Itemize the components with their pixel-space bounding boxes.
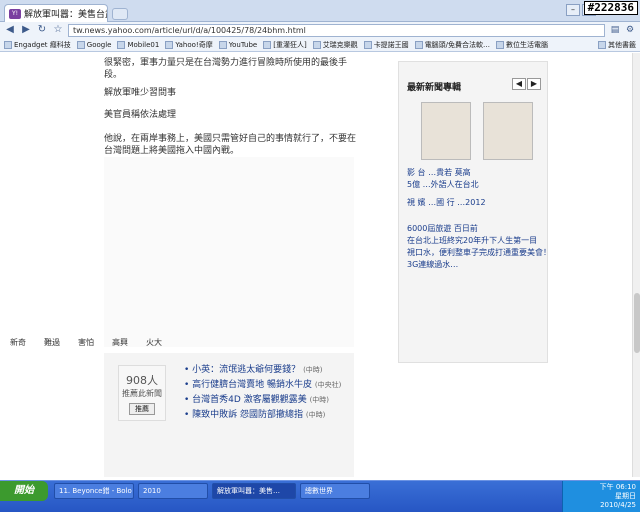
scrollbar-thumb[interactable] bbox=[634, 293, 640, 353]
bookmark-favicon-icon bbox=[76, 40, 85, 49]
prev-icon[interactable]: ◀ bbox=[512, 78, 526, 90]
taskbar-task[interactable]: 2010 bbox=[138, 483, 208, 499]
taskbar-task-active[interactable]: 解放軍叫囂：美售… bbox=[212, 483, 296, 499]
clock-day: 星期日 bbox=[615, 492, 636, 500]
clock-date: 2010/4/25 bbox=[600, 501, 636, 509]
bookmark-item[interactable]: Google bbox=[76, 40, 111, 49]
rendering-glitch-area bbox=[104, 157, 354, 347]
sidebar-heading: 最新新聞專輯 bbox=[407, 83, 462, 93]
mood-label[interactable]: 難過 bbox=[44, 337, 60, 348]
wrench-icon[interactable]: ⚙ bbox=[624, 24, 636, 36]
mood-label[interactable]: 高興 bbox=[112, 337, 128, 348]
recommend-button[interactable]: 推薦 bbox=[129, 403, 155, 415]
recommend-label: 推薦此新聞 bbox=[122, 389, 162, 398]
bookmarks-bar: Engadget 癮科技 Google Mobile01 Yahoo!奇摩 Yo… bbox=[0, 38, 640, 52]
article-subheading: 美官員稱依法處理 bbox=[104, 110, 177, 120]
sidebar-link[interactable]: 視 嬪 …國 行 …2012 bbox=[407, 198, 486, 208]
bookmark-favicon-icon bbox=[312, 40, 321, 49]
recommend-panel: 908人 推薦此新聞 推薦 • 小英：流氓逃太爺何要錢？ (中時) • 高行健臍… bbox=[104, 353, 354, 477]
bookmark-favicon-icon bbox=[263, 40, 272, 49]
tab-title: 解放軍叫囂：美售台武器… bbox=[24, 10, 107, 20]
bookmark-item[interactable]: Yahoo!奇摩 bbox=[165, 40, 213, 50]
next-icon[interactable]: ▶ bbox=[527, 78, 541, 90]
related-link[interactable]: • 陳致中敗訴 怨國防部撤總指 (中時) bbox=[184, 408, 354, 423]
start-button[interactable]: 開始 bbox=[0, 481, 48, 501]
bookmark-item[interactable]: Mobile01 bbox=[117, 40, 159, 49]
minimize-icon[interactable]: – bbox=[566, 4, 580, 16]
bookmark-item[interactable]: 卡提諾王國 bbox=[363, 40, 409, 50]
bookmark-item[interactable]: 數位生活電腦 bbox=[496, 40, 548, 50]
tab-strip: Y! 解放軍叫囂：美售台武器… × – □ #222836 bbox=[0, 0, 640, 22]
sidebar-news[interactable]: 視口水，便利整車子完成打通重要美會！ bbox=[407, 248, 551, 258]
new-tab-button[interactable] bbox=[112, 8, 128, 20]
mood-vote-row: 新奇 難過 害怕 高興 火大 bbox=[0, 337, 250, 348]
mood-label[interactable]: 新奇 bbox=[10, 337, 26, 348]
recommend-count-box: 908人 推薦此新聞 推薦 bbox=[118, 365, 166, 421]
sidebar-news[interactable]: 6000屆旅遊 百日前 bbox=[407, 224, 478, 234]
system-tray: 下午 06:10 星期日 2010/4/25 bbox=[562, 481, 640, 512]
mood-label[interactable]: 火大 bbox=[146, 337, 162, 348]
bookmark-favicon-icon bbox=[165, 40, 174, 49]
recommend-count: 908人 bbox=[126, 374, 158, 387]
bookmark-favicon-icon bbox=[496, 40, 505, 49]
star-icon[interactable]: ☆ bbox=[52, 24, 64, 36]
windows-taskbar: 開始 11. Beyonce錯 - Bolo … 2010 解放軍叫囂：美售… … bbox=[0, 480, 640, 512]
bookmark-favicon-icon bbox=[414, 40, 423, 49]
sidebar-link[interactable]: 影 台 …貴若 莫高 bbox=[407, 168, 471, 178]
taskbar-task[interactable]: 11. Beyonce錯 - Bolo … bbox=[54, 483, 134, 499]
screenshot-id-stamp: #222836 bbox=[583, 1, 638, 15]
mood-label[interactable]: 害怕 bbox=[78, 337, 94, 348]
article-paragraph: 很緊密，軍事力量只是在台灣勢力進行冒險時所使用的最後手段。 bbox=[104, 58, 348, 80]
back-icon[interactable]: ◀ bbox=[4, 24, 16, 36]
reload-icon[interactable]: ↻ bbox=[36, 24, 48, 36]
folder-icon bbox=[598, 40, 606, 49]
related-link[interactable]: • 小英：流氓逃太爺何要錢？ (中時) bbox=[184, 363, 354, 378]
sidebar-news[interactable]: 3G連線過水… bbox=[407, 260, 458, 270]
other-bookmarks[interactable]: 其他書籤 bbox=[598, 40, 636, 50]
bookmark-favicon-icon bbox=[4, 40, 12, 49]
yahoo-favicon-icon: Y! bbox=[9, 8, 21, 19]
article-subheading: 解放軍唯少習問事 bbox=[104, 88, 177, 98]
bookmark-item[interactable]: YouTube bbox=[218, 40, 257, 49]
bookmark-item[interactable]: 艾瑞克樂觀 bbox=[312, 40, 358, 50]
bookmark-favicon-icon bbox=[218, 40, 227, 49]
taskbar-task[interactable]: 總數世界 bbox=[300, 483, 370, 499]
article-paragraph: 他說，在兩岸事務上，美國只需管好自己的事情就行了，不要在台灣問題上將美國拖入中國… bbox=[104, 134, 357, 156]
bookmark-item[interactable]: 電腦頭/免費合法軟… bbox=[414, 40, 490, 50]
news-photo[interactable] bbox=[483, 102, 533, 160]
sidebar-link[interactable]: 5億 …外語人在台北 bbox=[407, 180, 479, 190]
bookmark-favicon-icon bbox=[117, 40, 126, 49]
related-link[interactable]: • 高行健臍台灣賣地 暢銷水牛皮 (中央社) bbox=[184, 378, 354, 393]
page-content: 很緊密，軍事力量只是在台灣勢力進行冒險時所使用的最後手段。 解放軍唯少習問事 美… bbox=[0, 53, 632, 477]
page-menu-icon[interactable]: ▤ bbox=[609, 24, 621, 36]
bookmark-item[interactable]: Engadget 癮科技 bbox=[4, 40, 71, 50]
browser-toolbar: ◀ ▶ ↻ ☆ tw.news.yahoo.com/article/url/d/… bbox=[0, 22, 640, 38]
clock-time: 下午 06:10 bbox=[599, 483, 636, 491]
related-links: • 小英：流氓逃太爺何要錢？ (中時) • 高行健臍台灣賣地 暢銷水牛皮 (中央… bbox=[184, 363, 354, 423]
browser-tab[interactable]: Y! 解放軍叫囂：美售台武器… × bbox=[4, 4, 108, 22]
sidebar-news[interactable]: 在台北上班終究20年升下人生第一目 bbox=[407, 236, 537, 246]
address-bar[interactable]: tw.news.yahoo.com/article/url/d/a/100425… bbox=[68, 23, 605, 37]
page-scrollbar[interactable] bbox=[632, 53, 640, 477]
news-photo[interactable] bbox=[421, 102, 471, 160]
bookmark-item[interactable]: [重灌狂人] bbox=[263, 40, 307, 50]
forward-icon[interactable]: ▶ bbox=[20, 24, 32, 36]
bookmark-favicon-icon bbox=[363, 40, 372, 49]
news-album-sidebar: 最新新聞專輯 ◀ ▶ 影 台 …貴若 莫高 5億 …外語人在台北 視 嬪 …國 … bbox=[398, 61, 551, 363]
related-link[interactable]: • 台灣首秀4D 激客屬觀觀露美 (中時) bbox=[184, 393, 354, 408]
